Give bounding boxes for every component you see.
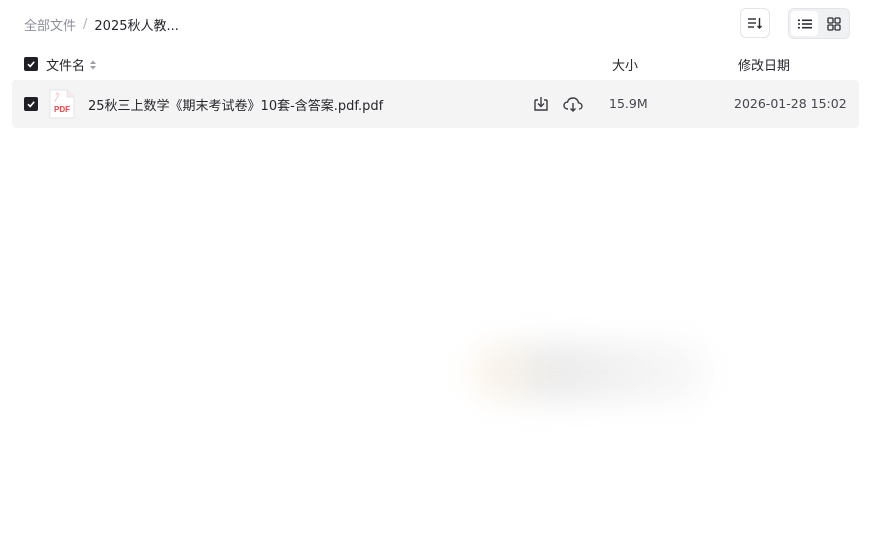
download-icon[interactable] [532,95,550,113]
sort-icon [748,18,762,29]
file-modified-date: 2026-01-28 15:02 [734,96,847,111]
sort-button[interactable] [740,8,770,38]
row-checkbox[interactable] [24,97,38,111]
column-header-name-label: 文件名 [46,59,86,74]
sort-toggle-icon[interactable] [89,59,97,71]
breadcrumb-current: 2025秋人教... [94,18,179,34]
column-header-size: 大小 [612,59,639,74]
list-view-icon [797,19,812,28]
file-browser: 全部文件 / 2025秋人教... 文件名 大小 修改日期 PDF 25秋三上数… [0,0,874,538]
breadcrumb-root[interactable]: 全部文件 [24,15,76,34]
check-icon [27,101,35,108]
breadcrumb: 全部文件 / 2025秋人教... [24,14,179,34]
file-name[interactable]: 25秋三上数学《期末考试卷》10套-含答案.pdf.pdf [88,95,383,114]
pdf-file-icon: PDF [49,89,75,119]
table-row[interactable]: PDF 25秋三上数学《期末考试卷》10套-含答案.pdf.pdf 15.9M … [12,80,859,128]
view-toggle [788,8,850,39]
save-to-cloud-icon[interactable] [563,95,583,113]
column-header-modified: 修改日期 [738,59,791,74]
pdf-badge-label: PDF [54,105,70,114]
list-view-button[interactable] [791,11,818,36]
file-size: 15.9M [609,96,648,111]
check-icon [27,61,35,68]
select-all-checkbox[interactable] [24,57,38,71]
grid-view-icon [826,16,841,31]
blurred-overlay [470,342,710,402]
table-header: 文件名 大小 修改日期 [0,52,874,76]
breadcrumb-separator: / [83,16,88,32]
column-header-name[interactable]: 文件名 [46,55,97,74]
grid-view-button[interactable] [820,11,847,36]
